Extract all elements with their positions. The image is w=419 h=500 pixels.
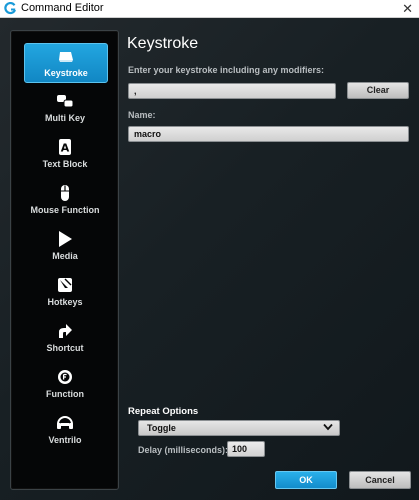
keycap-icon: [57, 47, 75, 65]
name-label: Name:: [128, 110, 156, 120]
sidebar-item-hotkeys[interactable]: Hotkeys: [24, 273, 106, 311]
play-icon: [56, 230, 74, 248]
sidebar-item-label: Ventrilo: [48, 435, 82, 445]
window-title: Command Editor: [21, 2, 104, 14]
keystroke-input[interactable]: ,: [128, 83, 336, 99]
clear-button[interactable]: Clear: [347, 82, 409, 99]
multi-key-icon: [56, 92, 74, 110]
sidebar-item-label: Keystroke: [44, 68, 88, 78]
svg-text:A: A: [61, 142, 70, 155]
function-gear-icon: [56, 368, 74, 386]
sidebar-item-label: Media: [52, 251, 78, 261]
delay-input[interactable]: 100: [227, 441, 265, 457]
title-bar: Command Editor ✕: [0, 0, 419, 18]
page-title: Keystroke: [127, 35, 199, 52]
shortcut-arrow-icon: [56, 322, 74, 340]
keystroke-prompt-label: Enter your keystroke including any modif…: [128, 65, 325, 75]
repeat-mode-select[interactable]: Toggle: [138, 420, 340, 436]
headset-icon: [56, 414, 74, 432]
sidebar-item-label: Shortcut: [46, 343, 84, 353]
sidebar-item-media[interactable]: Media: [24, 227, 106, 265]
sidebar-item-label: Multi Key: [44, 113, 85, 123]
sidebar-item-keystroke[interactable]: Keystroke: [24, 43, 108, 83]
repeat-mode-value: Toggle: [147, 423, 176, 433]
sidebar-item-function[interactable]: Function: [24, 365, 106, 403]
cancel-button[interactable]: Cancel: [349, 471, 411, 489]
sidebar-item-label: Hotkeys: [47, 297, 83, 307]
mouse-icon: [56, 184, 74, 202]
sidebar-item-label: Mouse Function: [30, 205, 100, 215]
delay-label: Delay (milliseconds):: [138, 445, 229, 455]
sidebar-item-mouse-function[interactable]: Mouse Function: [24, 181, 106, 219]
editor-window: Keystroke Multi Key A Text Block Mouse F…: [0, 18, 419, 500]
sidebar-item-label: Function: [46, 389, 84, 399]
sidebar-item-text-block[interactable]: A Text Block: [24, 135, 106, 173]
command-type-sidebar: Keystroke Multi Key A Text Block Mouse F…: [10, 30, 119, 490]
name-input[interactable]: macro: [128, 126, 409, 142]
sidebar-item-ventrilo[interactable]: Ventrilo: [24, 411, 106, 449]
ok-button[interactable]: OK: [275, 471, 337, 489]
chevron-down-icon: [323, 423, 333, 431]
sidebar-item-multi-key[interactable]: Multi Key: [24, 89, 106, 127]
repeat-options-title: Repeat Options: [128, 406, 199, 417]
close-icon[interactable]: ✕: [402, 0, 413, 17]
sidebar-item-shortcut[interactable]: Shortcut: [24, 319, 106, 357]
sidebar-item-label: Text Block: [42, 159, 88, 169]
logitech-g-icon: [4, 2, 17, 15]
text-block-icon: A: [56, 138, 74, 156]
hotkey-icon: [56, 276, 74, 294]
